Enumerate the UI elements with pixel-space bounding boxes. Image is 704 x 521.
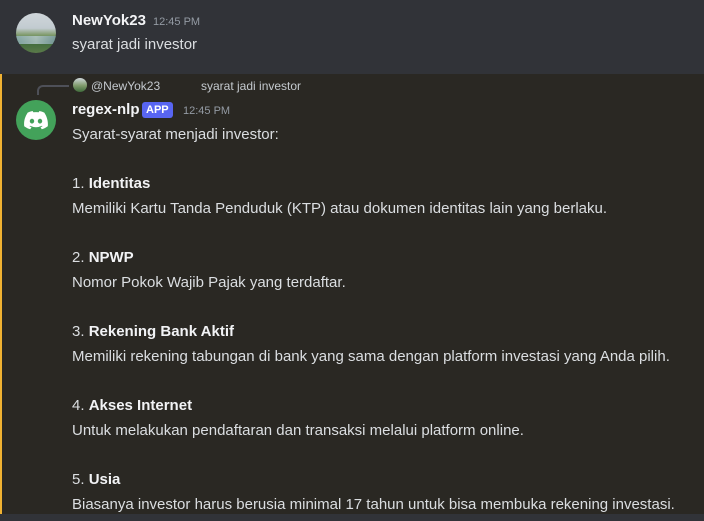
reply-connector bbox=[37, 85, 69, 95]
list-item-description: Untuk melakukan pendaftaran dan transaks… bbox=[72, 422, 524, 439]
list-item-heading: 3. Rekening Bank Aktif bbox=[72, 323, 234, 340]
list-item-heading: 5. Usia bbox=[72, 471, 121, 488]
reply-preview-text[interactable]: syarat jadi investor bbox=[201, 79, 301, 93]
timestamp: 12:45 PM bbox=[183, 105, 231, 117]
message-bot: @NewYok23 syarat jadi investor regex-nlp… bbox=[0, 74, 704, 514]
intro-text: Syarat-syarat menjadi investor: bbox=[72, 126, 279, 143]
list-item-heading: 2. NPWP bbox=[72, 249, 134, 266]
list-item-description: Memiliki Kartu Tanda Penduduk (KTP) atau… bbox=[72, 200, 608, 217]
list-item-description: Nomor Pokok Wajib Pajak yang terdaftar. bbox=[72, 274, 346, 291]
list-item-heading: 1. Identitas bbox=[72, 175, 151, 192]
list-item-heading: 4. Akses Internet bbox=[72, 397, 193, 414]
app-badge: APP bbox=[142, 102, 173, 118]
timestamp: 12:45 PM bbox=[153, 16, 201, 28]
user-avatar[interactable] bbox=[16, 13, 56, 53]
message-text: syarat jadi investor bbox=[72, 36, 198, 53]
list-item-description: Memiliki rekening tabungan di bank yang … bbox=[72, 348, 670, 365]
bot-avatar[interactable] bbox=[16, 100, 56, 140]
reply-avatar[interactable] bbox=[73, 78, 87, 92]
bot-username[interactable]: regex-nlp bbox=[72, 101, 140, 118]
discord-icon bbox=[24, 110, 48, 129]
reply-username[interactable]: @NewYok23 bbox=[91, 79, 160, 93]
mention-highlight-bar bbox=[0, 74, 2, 514]
bottom-strip bbox=[0, 514, 704, 521]
username[interactable]: NewYok23 bbox=[72, 12, 146, 29]
message-user: NewYok23 12:45 PM syarat jadi investor bbox=[0, 0, 704, 74]
message-content: Syarat-syarat menjadi investor: 1. Ident… bbox=[72, 122, 692, 517]
